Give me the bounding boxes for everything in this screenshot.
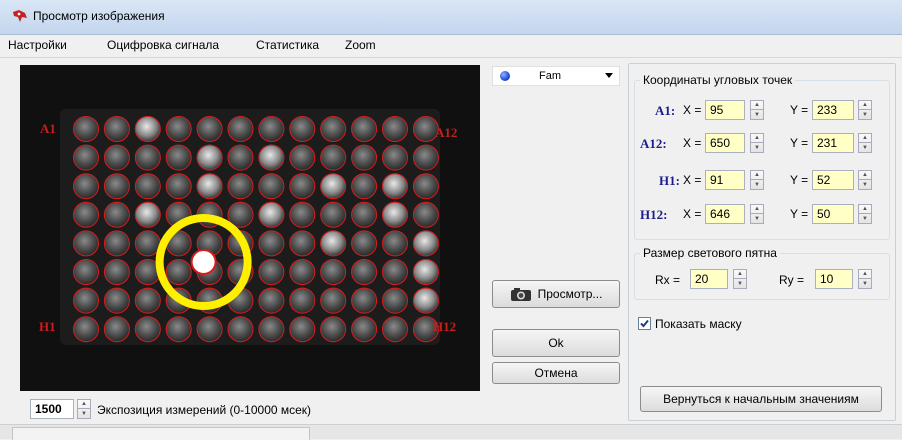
x-spinner[interactable]: ▲ ▼ (750, 133, 764, 153)
plate-wells (60, 109, 440, 345)
x-label: X = (683, 207, 702, 221)
status-segment (12, 427, 310, 440)
cancel-button-label: Отмена (534, 366, 578, 380)
spin-up-icon[interactable]: ▲ (751, 101, 763, 110)
ry-spinner[interactable]: ▲ ▼ (858, 269, 872, 289)
spin-down-icon[interactable]: ▼ (751, 110, 763, 119)
camera-icon (510, 288, 531, 301)
y-input[interactable]: 231 (812, 133, 854, 153)
spin-up-icon[interactable]: ▲ (859, 134, 871, 143)
y-input[interactable]: 233 (812, 100, 854, 120)
show-mask-checkbox[interactable] (638, 317, 651, 330)
chevron-down-icon (605, 73, 613, 78)
spin-down-icon[interactable]: ▼ (734, 279, 746, 288)
x-spinner[interactable]: ▲ ▼ (750, 170, 764, 190)
corner-label-a1: A1 (40, 121, 56, 136)
spin-down-icon[interactable]: ▼ (859, 180, 871, 189)
y-spinner[interactable]: ▲ ▼ (858, 170, 872, 190)
x-input[interactable]: 650 (705, 133, 745, 153)
x-label: X = (683, 173, 702, 187)
exposure-input[interactable]: 1500 (30, 399, 74, 419)
y-label: Y = (790, 207, 809, 221)
y-spinner[interactable]: ▲ ▼ (858, 204, 872, 224)
spin-down-icon[interactable]: ▼ (859, 110, 871, 119)
ok-button[interactable]: Ok (492, 329, 620, 357)
spin-up-icon[interactable]: ▲ (859, 270, 871, 279)
y-spinner[interactable]: ▲ ▼ (858, 133, 872, 153)
menu-zoom[interactable]: Zoom (345, 38, 376, 52)
spin-up-icon[interactable]: ▲ (751, 171, 763, 180)
y-label: Y = (790, 103, 809, 117)
y-label: Y = (790, 173, 809, 187)
spin-down-icon[interactable]: ▼ (859, 279, 871, 288)
status-bar (0, 424, 902, 440)
cancel-button[interactable]: Отмена (492, 362, 620, 384)
x-label: X = (683, 136, 702, 150)
spin-down-icon[interactable]: ▼ (751, 214, 763, 223)
y-spinner[interactable]: ▲ ▼ (858, 100, 872, 120)
x-spinner[interactable]: ▲ ▼ (750, 204, 764, 224)
preview-button[interactable]: Просмотр... (492, 280, 620, 308)
menu-bar: Настройки Оцифровка сигнала Статистика Z… (0, 35, 902, 58)
rx-input[interactable]: 20 (690, 269, 728, 289)
title-bar: Просмотр изображения (0, 0, 902, 35)
menu-digitize[interactable]: Оцифровка сигнала (107, 38, 219, 52)
spin-down-icon[interactable]: ▼ (78, 409, 90, 418)
spin-up-icon[interactable]: ▲ (859, 205, 871, 214)
reset-defaults-button[interactable]: Вернуться к начальным значениям (640, 386, 882, 412)
x-input[interactable]: 95 (705, 100, 745, 120)
spin-up-icon[interactable]: ▲ (78, 400, 90, 409)
dye-dot-icon (500, 71, 510, 81)
spin-down-icon[interactable]: ▼ (751, 143, 763, 152)
corner-name-label: A1: (655, 103, 676, 118)
x-input[interactable]: 646 (705, 204, 745, 224)
app-icon (13, 10, 27, 22)
selected-well (190, 249, 217, 275)
x-spinner[interactable]: ▲ ▼ (750, 100, 764, 120)
spin-up-icon[interactable]: ▲ (751, 205, 763, 214)
exposure-label: Экспозиция измерений (0-10000 мсек) (97, 403, 312, 417)
x-label: X = (683, 103, 702, 117)
spin-down-icon[interactable]: ▼ (751, 180, 763, 189)
corner-name-label: H12: (640, 207, 668, 222)
y-input[interactable]: 52 (812, 170, 854, 190)
corner-coords-title: Координаты угловых точек (640, 73, 796, 87)
spin-up-icon[interactable]: ▲ (751, 134, 763, 143)
show-mask-label: Показать маску (655, 317, 742, 331)
ry-label: Ry = (779, 273, 805, 287)
ry-input[interactable]: 10 (815, 269, 853, 289)
window-title: Просмотр изображения (33, 9, 165, 23)
checkmark-icon (640, 319, 649, 328)
corner-name-label: H1: (659, 173, 680, 188)
y-label: Y = (790, 136, 809, 150)
x-input[interactable]: 91 (705, 170, 745, 190)
corner-label-a12: A12 (435, 125, 458, 140)
spin-down-icon[interactable]: ▼ (859, 143, 871, 152)
spot-size-title: Размер светового пятна (640, 246, 780, 260)
spin-up-icon[interactable]: ▲ (734, 270, 746, 279)
plate-image[interactable]: A1 A12 H1 H12 (20, 65, 480, 391)
spin-up-icon[interactable]: ▲ (859, 171, 871, 180)
spin-down-icon[interactable]: ▼ (859, 214, 871, 223)
preview-button-label: Просмотр... (537, 287, 603, 301)
rx-label: Rx = (655, 273, 681, 287)
corner-label-h1: H1 (39, 319, 56, 334)
reset-defaults-label: Вернуться к начальным значениям (663, 392, 859, 406)
menu-statistics[interactable]: Статистика (256, 38, 319, 52)
dye-select[interactable]: Fam (492, 66, 620, 86)
corner-label-h12: H12 (433, 319, 457, 334)
spin-up-icon[interactable]: ▲ (859, 101, 871, 110)
dye-select-value: Fam (539, 70, 561, 82)
y-input[interactable]: 50 (812, 204, 854, 224)
menu-settings[interactable]: Настройки (8, 38, 67, 52)
rx-spinner[interactable]: ▲ ▼ (733, 269, 747, 289)
ok-button-label: Ok (548, 336, 564, 350)
exposure-spinner[interactable]: ▲ ▼ (77, 399, 91, 419)
corner-name-label: A12: (640, 136, 667, 151)
